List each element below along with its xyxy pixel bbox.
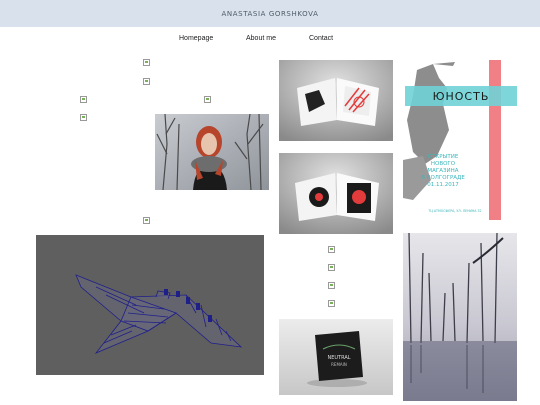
broken-image-icon	[143, 217, 150, 224]
broken-image-icon	[328, 282, 335, 289]
nav-link-contact[interactable]: Contact	[309, 35, 333, 42]
poster-line-4: В ВОЛГОГРАДЕ	[421, 175, 465, 181]
album-title: NEUTRAL	[327, 355, 350, 361]
broken-image-icon	[328, 300, 335, 307]
broken-image-icon	[143, 59, 150, 66]
swamp-painting[interactable]	[403, 233, 517, 401]
magazine-mockup-2[interactable]	[279, 153, 393, 234]
poster-yunost[interactable]: ЮНОСТЬ ОТКРЫТИЕ НОВОГО МАГАЗИНА В ВОЛГОГ…	[403, 60, 517, 220]
poster-title: ЮНОСТЬ	[433, 90, 490, 103]
broken-image-icon	[143, 78, 150, 85]
broken-image-icon	[80, 96, 87, 103]
magazine-mockup-1[interactable]	[279, 60, 393, 141]
poster-date: 01.11.2017	[427, 182, 459, 188]
poster-line-1: ОТКРЫТИЕ	[428, 154, 459, 160]
main-nav: Homepage About me Contact	[0, 35, 540, 47]
broken-image-icon	[328, 264, 335, 271]
nav-link-about-me[interactable]: About me	[246, 35, 276, 42]
site-title[interactable]: ANASTASIA GORSHKOVA	[222, 10, 319, 18]
portrait-photo[interactable]	[155, 114, 269, 190]
broken-image-icon	[80, 114, 87, 121]
poster-line-3: МАГАЗИНА	[427, 168, 458, 174]
album-subtitle: REMAIN	[331, 362, 347, 367]
poster-address: ТЦ АТМОСФЕРА, УЛ. ЛЕНИНА 32	[427, 209, 481, 213]
broken-image-icon	[328, 246, 335, 253]
album-mockup[interactable]: NEUTRAL REMAIN	[279, 319, 393, 395]
nav-link-homepage[interactable]: Homepage	[179, 35, 213, 42]
broken-image-icon	[204, 96, 211, 103]
poster-line-2: НОВОГО	[431, 161, 456, 167]
header-bar: ANASTASIA GORSHKOVA	[0, 0, 540, 27]
wireframe-render[interactable]	[36, 235, 264, 375]
